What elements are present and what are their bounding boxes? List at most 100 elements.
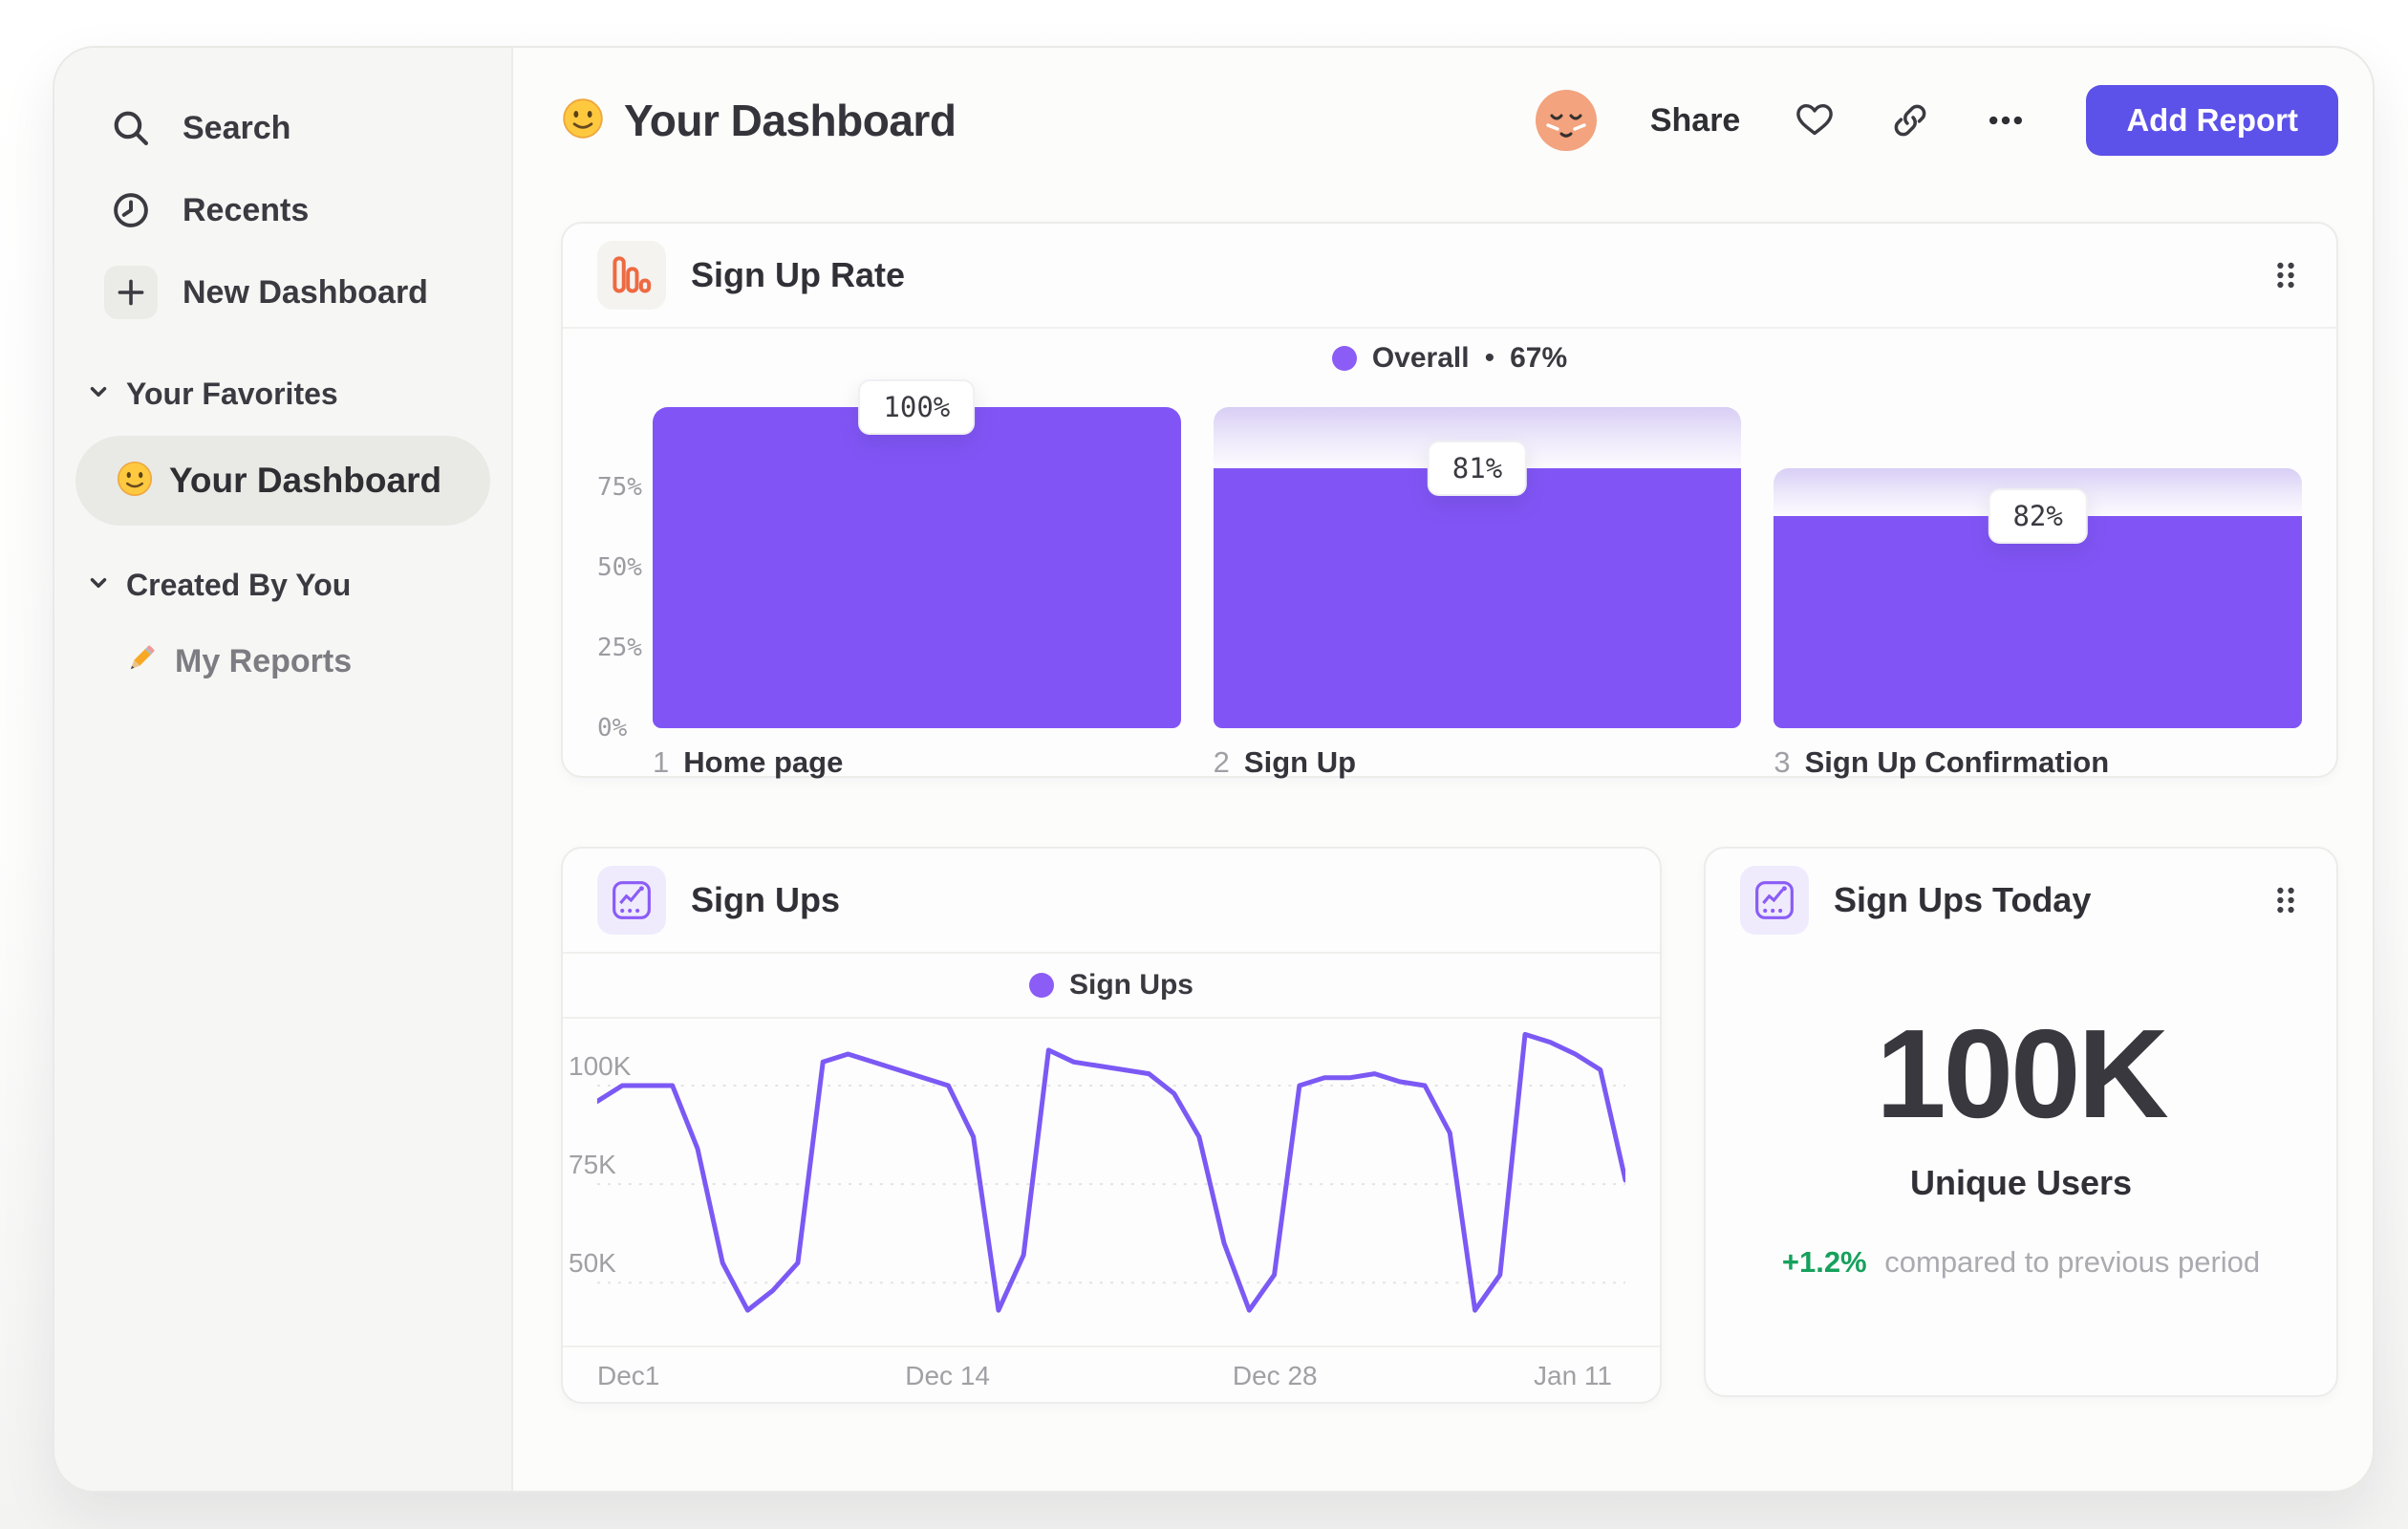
signups-legend[interactable]: Sign Ups bbox=[563, 954, 1660, 1019]
funnel-bar-value-label: 82% bbox=[1988, 488, 2088, 545]
signups-series-line bbox=[597, 1031, 1625, 1313]
legend-separator: • bbox=[1484, 342, 1495, 374]
funnel-bar-converted-segment bbox=[1774, 516, 2303, 728]
funnel-legend[interactable]: Overall • 67% bbox=[597, 329, 2302, 388]
signups-today-card: Sign Ups Today 100K Unique Users +1.2% c… bbox=[1704, 847, 2338, 1397]
header-actions: Share Add Report bbox=[1535, 85, 2338, 156]
signup-rate-card-header: Sign Up Rate bbox=[563, 224, 2336, 327]
delta-badge: +1.2% bbox=[1781, 1245, 1867, 1279]
y-axis-tick: 25% bbox=[597, 634, 642, 662]
add-report-button[interactable]: Add Report bbox=[2086, 85, 2338, 156]
signups-line-chart[interactable] bbox=[597, 1023, 1625, 1338]
clock-icon bbox=[104, 183, 158, 237]
funnel-chart: Overall • 67% 75% 50% 25% 0% 100% 81% 82% … bbox=[563, 329, 2336, 780]
funnel-bar-converted-segment bbox=[653, 407, 1181, 728]
share-button[interactable]: Share bbox=[1650, 102, 1741, 140]
metric-value: 100K bbox=[1876, 1003, 2169, 1144]
funnel-bar-converted-segment bbox=[1213, 467, 1742, 728]
sidebar-item-search[interactable]: Search bbox=[104, 97, 490, 159]
sidebar-item-new-dashboard[interactable]: New Dashboard bbox=[104, 262, 490, 323]
sidebar-item-my-reports[interactable]: My Reports bbox=[121, 631, 490, 692]
delta-note: compared to previous period bbox=[1884, 1245, 2261, 1279]
pencil-emoji bbox=[121, 640, 160, 683]
metric-delta-row: +1.2% compared to previous period bbox=[1706, 1245, 2336, 1280]
sidebar-item-recents[interactable]: Recents bbox=[104, 180, 490, 241]
x-axis-tick: Dec 14 bbox=[905, 1361, 990, 1390]
funnel-step-label: 2 Sign Up bbox=[1214, 745, 1742, 780]
funnel-bar[interactable]: 100% bbox=[653, 379, 1181, 728]
step-number: 3 bbox=[1774, 745, 1791, 779]
section-title: Created By You bbox=[126, 567, 352, 602]
app-window: Search Recents New Dashboard Your Favori bbox=[53, 46, 2375, 1493]
legend-dot bbox=[1028, 973, 1054, 998]
y-axis-tick: 50K bbox=[569, 1248, 616, 1279]
funnel-plot: 75% 50% 25% 0% 100% 81% 82% bbox=[597, 379, 2303, 743]
sidebar-item-label: Search bbox=[183, 109, 291, 146]
step-number: 2 bbox=[1213, 745, 1230, 779]
signups-today-card-header: Sign Ups Today bbox=[1706, 849, 2336, 952]
x-axis-tick: Jan 11 bbox=[1534, 1361, 1612, 1390]
funnel-bar-value-label: 100% bbox=[858, 379, 976, 435]
signups-line-plot: 100K 75K 50K bbox=[569, 1019, 1625, 1346]
step-name: Home page bbox=[683, 745, 844, 779]
drag-grip-icon[interactable] bbox=[2269, 257, 2302, 293]
line-chart-icon bbox=[1740, 866, 1809, 935]
x-axis-labels: Dec1 Dec 14 Dec 28 Jan 11 bbox=[597, 1347, 1612, 1403]
y-axis-tick: 100K bbox=[569, 1051, 632, 1081]
y-axis-tick: 50% bbox=[597, 553, 642, 582]
page-title: Your Dashboard bbox=[561, 95, 957, 146]
plus-icon bbox=[104, 266, 158, 319]
step-number: 1 bbox=[653, 745, 670, 779]
favorite-heart-icon[interactable] bbox=[1794, 99, 1836, 141]
funnel-step-label: 3 Sign Up Confirmation bbox=[1774, 745, 2302, 780]
copy-link-icon[interactable] bbox=[1889, 99, 1931, 141]
bar-chart-icon bbox=[597, 241, 666, 310]
sidebar-item-label: New Dashboard bbox=[183, 273, 428, 311]
step-name: Sign Up Confirmation bbox=[1804, 745, 2110, 779]
more-options-icon[interactable] bbox=[1985, 99, 2027, 141]
legend-series: Overall bbox=[1371, 342, 1470, 374]
card-title: Sign Ups bbox=[691, 880, 841, 919]
search-icon bbox=[104, 101, 158, 155]
avatar[interactable] bbox=[1535, 90, 1597, 151]
legend-dot bbox=[1331, 346, 1357, 371]
card-title: Sign Up Rate bbox=[691, 255, 906, 294]
sidebar-section-your-favorites[interactable]: Your Favorites bbox=[86, 373, 490, 415]
sidebar-item-label: Your Dashboard bbox=[169, 461, 442, 500]
sidebar-section-created-by-you[interactable]: Created By You bbox=[86, 564, 490, 606]
y-axis-tick: 0% bbox=[597, 714, 628, 743]
signup-rate-card: Sign Up Rate Overall • 67% 75% 50% 25% 0… bbox=[561, 222, 2338, 780]
cards-row: Sign Ups Sign Ups 100K 75K 50K Dec1 Dec … bbox=[561, 847, 2338, 1404]
sidebar-item-label: Recents bbox=[183, 191, 310, 228]
sidebar-item-your-dashboard[interactable]: Your Dashboard bbox=[75, 436, 490, 526]
x-axis-tick: Dec1 bbox=[597, 1361, 660, 1390]
funnel-bars: 100% 81% 82% bbox=[653, 379, 2303, 728]
drag-grip-icon[interactable] bbox=[2269, 882, 2302, 918]
y-axis-tick: 75% bbox=[597, 473, 642, 502]
funnel-bar[interactable]: 81% bbox=[1213, 407, 1742, 728]
legend-value: 67% bbox=[1510, 342, 1568, 374]
funnel-step-label: 1 Home page bbox=[653, 745, 1181, 780]
y-axis-tick: 75K bbox=[569, 1150, 616, 1180]
signups-card: Sign Ups Sign Ups 100K 75K 50K Dec1 Dec … bbox=[561, 847, 1662, 1404]
line-chart-icon bbox=[597, 866, 666, 935]
legend-series: Sign Ups bbox=[1068, 969, 1193, 1001]
top-strip bbox=[0, 0, 250, 25]
page-title-text: Your Dashboard bbox=[624, 96, 957, 145]
metric-label: Unique Users bbox=[1909, 1163, 2133, 1202]
funnel-bar[interactable]: 82% bbox=[1774, 407, 2303, 728]
sidebar: Search Recents New Dashboard Your Favori bbox=[54, 48, 513, 1491]
chevron-down-icon bbox=[86, 571, 111, 600]
smiley-emoji bbox=[561, 97, 605, 145]
signups-card-header: Sign Ups bbox=[563, 849, 1660, 952]
step-name: Sign Up bbox=[1243, 745, 1357, 779]
main-content: Your Dashboard Share Add Report Sign Up … bbox=[513, 48, 2373, 1491]
section-title: Your Favorites bbox=[126, 376, 338, 411]
funnel-step-labels: 1 Home page 2 Sign Up 3 Sign Up Confirmation bbox=[653, 745, 2302, 780]
funnel-bar-value-label: 81% bbox=[1427, 440, 1528, 496]
card-title: Sign Ups Today bbox=[1834, 880, 2092, 919]
smiley-emoji bbox=[116, 460, 154, 503]
dashboard-header: Your Dashboard Share Add Report bbox=[561, 75, 2338, 166]
metric-body: 100K Unique Users +1.2% compared to prev… bbox=[1706, 952, 2336, 1280]
x-axis-tick: Dec 28 bbox=[1232, 1361, 1318, 1390]
